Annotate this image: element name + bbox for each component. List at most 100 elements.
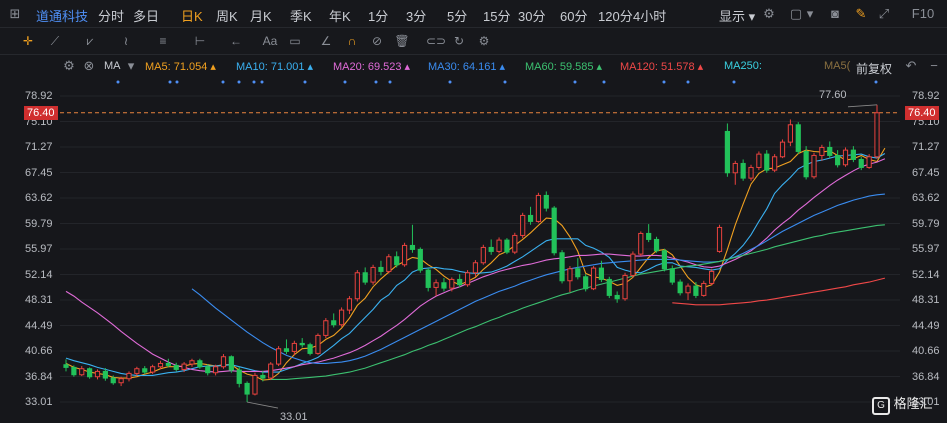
ma-value-2: MA20: 69.523 ▴ (333, 61, 411, 73)
channel-tool-icon[interactable]: ⩗ (82, 34, 98, 48)
tab-period-14[interactable]: 4小时 (633, 6, 666, 25)
candle-body (858, 158, 864, 168)
event-marker (686, 80, 690, 84)
event-marker (237, 80, 241, 84)
tab-period-3[interactable]: 周K (216, 6, 238, 25)
y-tick-label: 71.27 (25, 141, 53, 153)
candle-body (874, 112, 880, 158)
camera-icon[interactable]: ◙ (828, 7, 842, 21)
event-marker (448, 80, 452, 84)
y-tick-label: 40.66 (25, 345, 53, 357)
low-annotation: 33.01 (280, 411, 308, 423)
indicator-name[interactable]: MA (104, 60, 121, 72)
candle-body (685, 285, 691, 294)
tab-period-13[interactable]: 120分 (598, 6, 633, 25)
chevron-down-icon[interactable]: ▾ (124, 59, 138, 73)
text-tool-icon[interactable]: Aa (262, 34, 278, 48)
period-toolbar: ⊞ 道通科技 分时 多日 日K 周K 月K 季K 年K 1分 3分 5分 15分 30分 60分 120分… (0, 0, 947, 28)
candle-body (220, 356, 227, 368)
candle-body (661, 250, 668, 270)
tab-period-0[interactable]: 分时 (98, 6, 124, 25)
candle-body (701, 282, 707, 296)
settings-icon[interactable]: ⚙ (476, 34, 492, 48)
pen-icon[interactable]: ✎ (854, 7, 868, 21)
y-tick-label: 52.14 (912, 268, 940, 281)
event-marker (221, 80, 225, 84)
ruler-icon[interactable]: ∠ (318, 34, 334, 48)
y-tick-label: 59.79 (25, 217, 53, 230)
ma-value-4: MA60: 59.585 ▴ (525, 61, 603, 73)
candle-body (63, 364, 69, 368)
rect-tool-icon[interactable]: ▭ (287, 34, 303, 48)
candle-body (583, 276, 589, 290)
tab-period-10[interactable]: 15分 (483, 6, 510, 25)
hide-icon[interactable]: ⊘ (369, 34, 385, 48)
tab-period-9[interactable]: 5分 (447, 6, 467, 25)
candle-body (102, 370, 108, 379)
candle-body (409, 244, 416, 250)
candle-body (307, 344, 313, 354)
link-icon[interactable]: ⊂⊃ (426, 34, 446, 48)
magnet-icon[interactable]: ∩ (344, 34, 360, 48)
square-icon[interactable]: ▢ (789, 7, 803, 21)
minus-icon[interactable]: − (927, 59, 941, 73)
candle-body (480, 246, 486, 264)
stock-name[interactable]: 道通科技 (36, 6, 88, 25)
undo-icon[interactable]: ↶ (904, 59, 918, 73)
grid-icon[interactable]: ⊞ (8, 7, 22, 21)
candle-body (866, 156, 872, 168)
candle-body (638, 232, 644, 255)
candle-body (535, 194, 542, 222)
tab-period-7[interactable]: 1分 (368, 6, 388, 25)
chevron-down-icon[interactable]: ▾ (803, 7, 817, 21)
gear-icon[interactable]: ⚙ (62, 59, 76, 73)
event-marker (874, 80, 878, 84)
watermark: G 格隆汇 (872, 393, 933, 415)
tab-period-6[interactable]: 年K (329, 6, 351, 25)
ma-value-0: MA5: 71.054 ▴ (145, 61, 216, 73)
candle-body (551, 207, 557, 254)
y-tick-label: 36.84 (912, 370, 940, 383)
close-icon[interactable]: ⊗ (82, 59, 96, 73)
candle-body (472, 262, 479, 274)
range-tool-icon[interactable]: ⊢ (192, 34, 208, 48)
tab-period-2[interactable]: 日K (181, 6, 203, 25)
f10-icon[interactable]: F10 (905, 7, 941, 21)
candle-body (590, 267, 597, 290)
ma-value-7: MA5( (824, 60, 851, 72)
crosshair-icon[interactable]: ✛ (20, 34, 36, 48)
candle-body (803, 150, 809, 178)
tab-period-1[interactable]: 多日 (133, 6, 159, 25)
fibonacci-tool-icon[interactable]: ≡ (155, 34, 171, 48)
tab-period-5[interactable]: 季K (290, 6, 312, 25)
kline-chart[interactable] (0, 78, 947, 420)
current-price-tag-right: 76.40 (905, 106, 939, 120)
candle-body (417, 248, 423, 271)
arrow-tool-icon[interactable]: ← (228, 34, 244, 48)
gear-icon[interactable]: ⚙ (762, 7, 776, 21)
candle-body (71, 366, 77, 376)
adjust-selector[interactable]: 前复权 (856, 60, 892, 77)
candle-body (504, 239, 510, 253)
display-dropdown[interactable]: 显示 ▾ (719, 6, 755, 25)
tab-period-11[interactable]: 30分 (518, 6, 545, 25)
line-tool-icon[interactable]: ⟋ (47, 34, 63, 48)
wave-tool-icon[interactable]: ≀ (118, 34, 134, 48)
candle-body (433, 282, 439, 288)
candle-body (606, 278, 612, 296)
tab-period-4[interactable]: 月K (250, 6, 272, 25)
candle-body (394, 256, 400, 266)
candle-body (567, 268, 573, 282)
indicator-bar: ⚙ ⊗ MA ▾ MA5: 71.054 ▴ MA10: 71.001 ▴ MA20… (0, 55, 947, 77)
expand-icon[interactable]: ⤢ (877, 7, 891, 21)
y-tick-label: 55.97 (912, 243, 940, 255)
candle-body (346, 298, 353, 311)
high-annotation: 77.60 (819, 89, 847, 101)
candle-body (362, 272, 368, 283)
trash-icon[interactable]: 🗑 (394, 34, 410, 48)
tab-period-12[interactable]: 60分 (560, 6, 587, 25)
candle-body (488, 246, 494, 252)
candle-body (646, 232, 652, 240)
refresh-icon[interactable]: ↻ (451, 34, 467, 48)
tab-period-8[interactable]: 3分 (406, 6, 426, 25)
